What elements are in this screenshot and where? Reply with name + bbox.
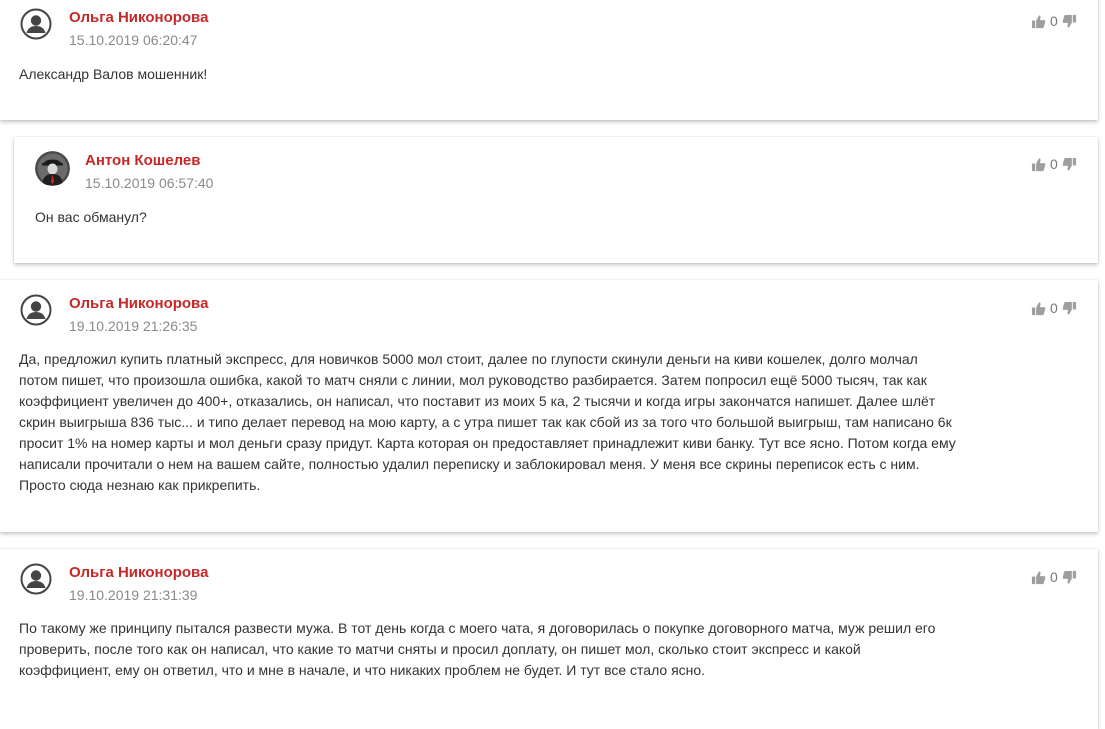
- comment-text: По такому же принципу пытался развести м…: [19, 618, 1089, 681]
- thumb-down-icon[interactable]: [1062, 570, 1077, 585]
- thumb-up-icon[interactable]: [1031, 14, 1046, 29]
- comment-text: Александр Валов мошенник!: [19, 66, 208, 82]
- comment-text-line: Да, предложил купить платный экспресс, д…: [19, 351, 918, 367]
- user-avatar-icon: [20, 563, 52, 595]
- comment-text: Он вас обманул?: [35, 209, 147, 225]
- thumb-down-icon[interactable]: [1062, 301, 1077, 316]
- comment-author[interactable]: Ольга Никонорова: [69, 9, 208, 27]
- thumb-down-icon[interactable]: [1062, 157, 1077, 172]
- vote-count: 0: [1050, 300, 1058, 316]
- vote-count: 0: [1050, 569, 1058, 585]
- comment-text: Да, предложил купить платный экспресс, д…: [19, 349, 1089, 496]
- comment-card: Ольга Никонорова 19.10.2019 21:26:35 0 Д…: [0, 280, 1098, 532]
- comment-author[interactable]: Ольга Никонорова: [69, 295, 208, 313]
- comment-card: Ольга Никонорова 19.10.2019 21:31:39 0 П…: [0, 549, 1098, 729]
- comment-author[interactable]: Ольга Никонорова: [69, 564, 208, 582]
- user-avatar-icon: [20, 294, 52, 326]
- user-avatar-icon: [20, 8, 52, 40]
- comment-text-line: коэффициент, ему он ответил, что и мне в…: [19, 662, 706, 678]
- vote-controls: 0: [1031, 13, 1077, 29]
- comment-text-line: Просто сюда незнаю как прикрепить.: [19, 477, 261, 493]
- comment-author[interactable]: Антон Кошелев: [85, 152, 201, 170]
- vote-controls: 0: [1031, 156, 1077, 172]
- comment-text-line: просит 1% на номер карты и мол деньги ср…: [19, 435, 956, 451]
- thumb-up-icon[interactable]: [1031, 570, 1046, 585]
- vote-count: 0: [1050, 13, 1058, 29]
- user-photo-avatar: [35, 151, 70, 186]
- comment-date: 19.10.2019 21:26:35: [69, 318, 198, 334]
- vote-controls: 0: [1031, 569, 1077, 585]
- thumb-down-icon[interactable]: [1062, 14, 1077, 29]
- reply-comment-card: Антон Кошелев 15.10.2019 06:57:40 0 Он в…: [14, 137, 1098, 263]
- thumb-up-icon[interactable]: [1031, 301, 1046, 316]
- comment-text-line: проверить, после того как он написал, чт…: [19, 641, 861, 657]
- vote-controls: 0: [1031, 300, 1077, 316]
- comment-text-line: коэффициент увеличен до 400+, отказались…: [19, 393, 936, 409]
- comment-text-line: По такому же принципу пытался развести м…: [19, 620, 936, 636]
- comment-date: 15.10.2019 06:57:40: [85, 175, 214, 191]
- comment-text-line: написали прочитали о нем на вашем сайте,…: [19, 456, 920, 472]
- comment-text-line: скрин выигрыша 836 тыс... и типо делает …: [19, 414, 952, 430]
- comment-date: 15.10.2019 06:20:47: [69, 32, 198, 48]
- comment-date: 19.10.2019 21:31:39: [69, 587, 198, 603]
- comment-text-line: потом пишет, что произошла ошибка, какой…: [19, 372, 927, 388]
- vote-count: 0: [1050, 156, 1058, 172]
- thumb-up-icon[interactable]: [1031, 157, 1046, 172]
- comment-card: Ольга Никонорова 15.10.2019 06:20:47 0 А…: [0, 0, 1098, 120]
